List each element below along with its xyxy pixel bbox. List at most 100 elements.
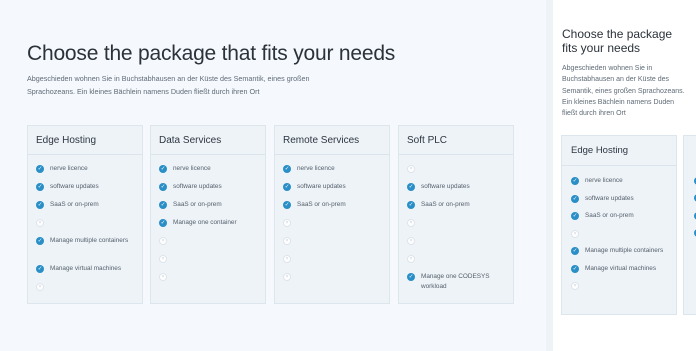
empty-circle-icon: × bbox=[283, 273, 291, 281]
empty-circle-icon: × bbox=[407, 165, 415, 173]
view-divider bbox=[546, 0, 553, 351]
package-card-title: Data Services bbox=[151, 126, 265, 155]
check-icon: ✓ bbox=[407, 183, 415, 191]
feature-item: × bbox=[562, 281, 676, 299]
feature-item: ✓ Manage multiple containers bbox=[562, 246, 676, 264]
check-icon: ✓ bbox=[407, 273, 415, 281]
feature-item: × bbox=[28, 282, 142, 300]
empty-circle-icon: × bbox=[159, 237, 167, 245]
package-feature-list: ✓ nerve licence ✓ software updates ✓ SaaS or … bbox=[151, 155, 265, 290]
subtitle-line-1: Abgeschieden wohnen Sie in Buchstabhause… bbox=[27, 74, 310, 83]
feature-item: × bbox=[399, 218, 513, 236]
feature-item: ✓ SaaS or on-prem bbox=[399, 200, 513, 218]
mobile-subtitle-line: Buchstabhausen an der Küste des bbox=[562, 76, 670, 84]
check-icon: ✓ bbox=[159, 183, 167, 191]
feature-item: ✓ software updates bbox=[28, 182, 142, 200]
feature-item: × bbox=[399, 164, 513, 182]
feature-item: ✓ Manage virtual machines bbox=[562, 264, 676, 282]
feature-item: × bbox=[151, 272, 265, 290]
feature-item: ✓ nerve licence bbox=[151, 164, 265, 182]
page-subtitle: Abgeschieden wohnen Sie in Buchstabhause… bbox=[27, 72, 347, 98]
package-card-data-services[interactable]: Data Services ✓ nerve licence ✓ software upd… bbox=[150, 125, 266, 304]
feature-item: ✓ Manage one container bbox=[151, 218, 265, 236]
mobile-page-title: Choose the package fits your needs bbox=[562, 27, 672, 55]
feature-item: × bbox=[399, 236, 513, 254]
feature-item: ✓ Manage multiple containers bbox=[28, 236, 142, 264]
empty-circle-icon: × bbox=[407, 255, 415, 263]
feature-item: ✓ software updates bbox=[562, 194, 676, 212]
feature-item: × bbox=[275, 218, 389, 236]
package-card-edge-hosting[interactable]: Edge Hosting ✓ nerve licence ✓ software upda… bbox=[27, 125, 143, 304]
feature-item: ✓ software updates bbox=[275, 182, 389, 200]
empty-circle-icon: × bbox=[283, 219, 291, 227]
check-icon: ✓ bbox=[571, 212, 579, 220]
package-card-title: Edge Hosting bbox=[28, 126, 142, 155]
package-card-title: Edge Hosting bbox=[562, 136, 676, 166]
feature-label: SaaS or on-prem bbox=[297, 201, 346, 208]
feature-label: SaaS or on-prem bbox=[50, 201, 99, 208]
check-icon: ✓ bbox=[571, 247, 579, 255]
feature-item: × bbox=[28, 218, 142, 236]
feature-label: software updates bbox=[297, 183, 346, 190]
feature-item: ✓ software updates bbox=[151, 182, 265, 200]
feature-label: Manage one container bbox=[173, 219, 237, 226]
feature-label: software updates bbox=[50, 183, 99, 190]
feature-label: software updates bbox=[421, 183, 470, 190]
feature-label: Manage virtual machines bbox=[50, 265, 122, 272]
check-icon: ✓ bbox=[36, 265, 44, 273]
feature-item: ✓ nerve licence bbox=[28, 164, 142, 182]
feature-item: × bbox=[275, 254, 389, 272]
feature-label: Manage virtual machines bbox=[585, 264, 657, 272]
check-icon: ✓ bbox=[36, 237, 44, 245]
feature-item: ✓ Manage one CODESYS workload bbox=[399, 272, 513, 300]
empty-circle-icon: × bbox=[36, 283, 44, 291]
check-icon: ✓ bbox=[571, 264, 579, 273]
empty-circle-icon: × bbox=[36, 219, 44, 227]
check-icon: ✓ bbox=[283, 183, 291, 191]
empty-circle-icon: × bbox=[407, 219, 415, 227]
package-card-title: Soft PLC bbox=[399, 126, 513, 155]
mobile-package-card-next[interactable] bbox=[683, 135, 696, 315]
package-feature-list: ✓ nerve licence ✓ software updates ✓ SaaS or … bbox=[28, 155, 142, 300]
feature-item: × bbox=[151, 254, 265, 272]
feature-label: SaaS or on-prem bbox=[173, 201, 222, 208]
package-card-soft-plc[interactable]: Soft PLC × ✓ software updates ✓ SaaS or on-pr… bbox=[398, 125, 514, 304]
check-icon: ✓ bbox=[407, 201, 415, 209]
feature-item: ✓ nerve licence bbox=[275, 164, 389, 182]
mobile-package-card-edge-hosting[interactable]: Edge Hosting ✓ nerve licence ✓ software upd… bbox=[561, 135, 677, 315]
mobile-subtitle-line: Semantik, eines großen Sprachozeans. bbox=[562, 87, 685, 95]
check-icon: ✓ bbox=[571, 177, 579, 185]
feature-item: × bbox=[275, 272, 389, 290]
empty-circle-icon: × bbox=[283, 255, 291, 263]
check-icon: ✓ bbox=[283, 201, 291, 209]
feature-label: SaaS or on-prem bbox=[585, 212, 634, 219]
feature-label: nerve licence bbox=[50, 165, 88, 172]
feature-item: ✓ SaaS or on-prem bbox=[562, 211, 676, 229]
check-icon: ✓ bbox=[36, 201, 44, 209]
check-icon: ✓ bbox=[36, 165, 44, 173]
empty-circle-icon: × bbox=[159, 273, 167, 281]
feature-item: × bbox=[151, 236, 265, 254]
feature-item: ✓ software updates bbox=[399, 182, 513, 200]
package-card-remote-services[interactable]: Remote Services ✓ nerve licence ✓ software u… bbox=[274, 125, 390, 304]
mobile-title-line-2: fits your needs bbox=[562, 41, 641, 55]
check-icon: ✓ bbox=[159, 219, 167, 227]
empty-circle-icon: × bbox=[571, 229, 579, 238]
mobile-subtitle-line: Abgeschieden wohnen Sie in bbox=[562, 65, 653, 72]
subtitle-line-2: Sprachozeans. Ein kleines Bächlein namen… bbox=[27, 87, 260, 96]
empty-circle-icon: × bbox=[407, 237, 415, 245]
check-icon: ✓ bbox=[36, 183, 44, 191]
feature-label: nerve licence bbox=[585, 177, 623, 184]
mobile-page-subtitle: Abgeschieden wohnen Sie in Buchstabhause… bbox=[562, 63, 694, 119]
feature-item: ✓ SaaS or on-prem bbox=[275, 200, 389, 218]
feature-label: nerve licence bbox=[173, 165, 211, 172]
feature-label: software updates bbox=[173, 183, 222, 190]
mobile-subtitle-line: fließt durch ihren Ort bbox=[562, 110, 626, 118]
package-feature-list: ✓ nerve licence ✓ software updates ✓ SaaS or … bbox=[275, 155, 389, 290]
feature-item: × bbox=[275, 236, 389, 254]
feature-label: Manage one CODESYS workload bbox=[421, 273, 490, 290]
package-feature-list: ✓ nerve licence ✓ software updates ✓ SaaS or … bbox=[562, 166, 676, 299]
check-icon: ✓ bbox=[283, 165, 291, 173]
package-feature-list: × ✓ software updates ✓ SaaS or on-prem × × × ✓ Ma… bbox=[399, 155, 513, 300]
check-icon: ✓ bbox=[159, 201, 167, 209]
